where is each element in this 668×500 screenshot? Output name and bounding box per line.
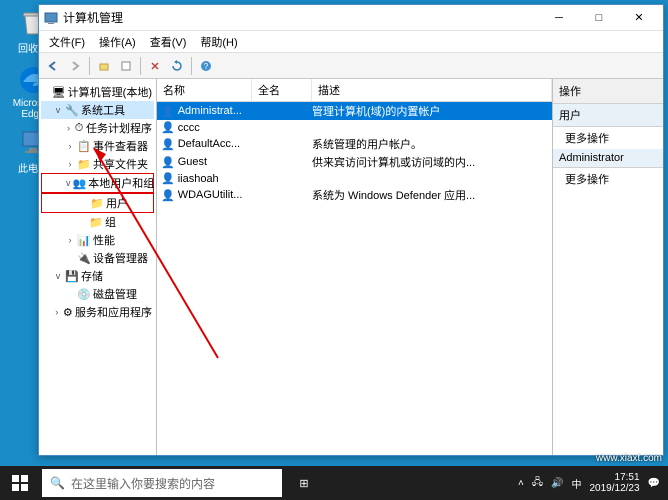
properties-button[interactable] (116, 56, 136, 76)
col-desc[interactable]: 描述 (312, 79, 552, 101)
list-row[interactable]: 👤Administrat...管理计算机(域)的内置帐户 (157, 102, 552, 120)
tray-network-icon[interactable]: 🖧 (532, 475, 543, 492)
maximize-button[interactable]: □ (579, 6, 619, 30)
tray-ime-icon[interactable]: 中 (571, 476, 581, 491)
folder-icon: 📁 (89, 215, 103, 229)
tree-task-scheduler[interactable]: ›⏱任务计划程序 (41, 119, 154, 137)
user-icon: 👤 (161, 172, 175, 185)
help-button[interactable]: ? (196, 56, 216, 76)
tray-notifications-icon[interactable]: 💬 (648, 478, 660, 489)
window-title: 计算机管理 (63, 9, 539, 26)
tree-disk-management[interactable]: 💿磁盘管理 (41, 285, 154, 303)
list-row[interactable]: 👤iiashoah (157, 171, 552, 186)
search-icon: 🔍 (50, 476, 65, 490)
folder-icon: 📁 (90, 196, 104, 210)
tree-panel[interactable]: 🖥计算机管理(本地) v🔧系统工具 ›⏱任务计划程序 ›📋事件查看器 ›📁共享文… (39, 79, 157, 455)
system-tray[interactable]: ˄ 🖧 🔊 中 17:51 2019/12/23 💬 (510, 472, 668, 494)
menu-view[interactable]: 查看(V) (144, 32, 193, 52)
menu-help[interactable]: 帮助(H) (194, 32, 243, 52)
toolbar: ? (39, 53, 663, 79)
user-icon: 👤 (161, 138, 175, 151)
back-button[interactable] (43, 56, 63, 76)
actions-panel: 操作 用户 更多操作 Administrator 更多操作 (553, 79, 663, 455)
storage-icon: 💾 (65, 269, 79, 283)
tray-volume-icon[interactable]: 🔊 (551, 478, 563, 489)
tree-storage[interactable]: v💾存储 (41, 267, 154, 285)
computer-management-window: 计算机管理 ─ □ ✕ 文件(F) 操作(A) 查看(V) 帮助(H) ? 🖥计… (38, 4, 664, 456)
menubar: 文件(F) 操作(A) 查看(V) 帮助(H) (39, 31, 663, 53)
col-name[interactable]: 名称 (157, 79, 252, 101)
event-icon: 📋 (77, 139, 91, 153)
delete-button[interactable] (145, 56, 165, 76)
tree-root[interactable]: 🖥计算机管理(本地) (41, 83, 154, 101)
list-body[interactable]: 👤Administrat...管理计算机(域)的内置帐户👤cccc👤Defaul… (157, 102, 552, 455)
menu-action[interactable]: 操作(A) (93, 32, 142, 52)
actions-header: 操作 (553, 79, 663, 104)
user-icon: 👤 (161, 105, 175, 118)
actions-more-2[interactable]: 更多操作 (553, 168, 663, 190)
list-panel: 名称 全名 描述 👤Administrat...管理计算机(域)的内置帐户👤cc… (157, 79, 553, 455)
tree-users[interactable]: 📁用户 (41, 193, 154, 213)
search-placeholder: 在这里输入你要搜索的内容 (71, 475, 215, 492)
watermark: www.xiaxt.com (596, 453, 662, 464)
list-header: 名称 全名 描述 (157, 79, 552, 102)
tree-performance[interactable]: ›📊性能 (41, 231, 154, 249)
user-icon: 👤 (161, 121, 175, 134)
tray-up-icon[interactable]: ˄ (518, 478, 524, 489)
tree-shared-folders[interactable]: ›📁共享文件夹 (41, 155, 154, 173)
task-view-button[interactable]: ⊞ (284, 466, 324, 500)
tree-system-tools[interactable]: v🔧系统工具 (41, 101, 154, 119)
menu-file[interactable]: 文件(F) (43, 32, 91, 52)
col-fullname[interactable]: 全名 (252, 79, 312, 101)
app-icon (43, 10, 59, 26)
titlebar[interactable]: 计算机管理 ─ □ ✕ (39, 5, 663, 31)
tree-groups[interactable]: 📁组 (41, 213, 154, 231)
actions-section-users[interactable]: 用户 (553, 104, 663, 127)
taskbar: 🔍 在这里输入你要搜索的内容 ⊞ ˄ 🖧 🔊 中 17:51 2019/12/2… (0, 466, 668, 500)
device-icon: 🔌 (77, 251, 91, 265)
tree-local-users-groups[interactable]: v👥本地用户和组 (41, 173, 154, 193)
perf-icon: 📊 (77, 233, 91, 247)
minimize-button[interactable]: ─ (539, 6, 579, 30)
list-row[interactable]: 👤DefaultAcc...系统管理的用户帐户。 (157, 135, 552, 153)
services-icon: ⚙ (63, 305, 74, 319)
disk-icon: 💿 (77, 287, 91, 301)
clock-icon: ⏱ (74, 121, 84, 135)
list-row[interactable]: 👤cccc (157, 120, 552, 135)
user-icon: 👤 (161, 189, 175, 202)
computer-icon: 🖥 (52, 85, 66, 99)
svg-text:?: ? (204, 62, 209, 71)
start-button[interactable] (0, 466, 40, 500)
user-icon: 👤 (161, 156, 175, 169)
up-button[interactable] (94, 56, 114, 76)
actions-section-admin[interactable]: Administrator (553, 149, 663, 168)
folder-icon: 📁 (77, 157, 91, 171)
tray-clock[interactable]: 17:51 2019/12/23 (589, 472, 639, 494)
tools-icon: 🔧 (65, 103, 79, 117)
tree-services-apps[interactable]: ›⚙服务和应用程序 (41, 303, 154, 321)
tree-device-manager[interactable]: 🔌设备管理器 (41, 249, 154, 267)
list-row[interactable]: 👤WDAGUtilit...系统为 Windows Defender 应用... (157, 186, 552, 204)
list-row[interactable]: 👤Guest供来宾访问计算机或访问域的内... (157, 153, 552, 171)
refresh-button[interactable] (167, 56, 187, 76)
search-box[interactable]: 🔍 在这里输入你要搜索的内容 (42, 469, 282, 497)
forward-button[interactable] (65, 56, 85, 76)
actions-more-1[interactable]: 更多操作 (553, 127, 663, 149)
close-button[interactable]: ✕ (619, 6, 659, 30)
tree-event-viewer[interactable]: ›📋事件查看器 (41, 137, 154, 155)
users-icon: 👥 (73, 176, 87, 190)
